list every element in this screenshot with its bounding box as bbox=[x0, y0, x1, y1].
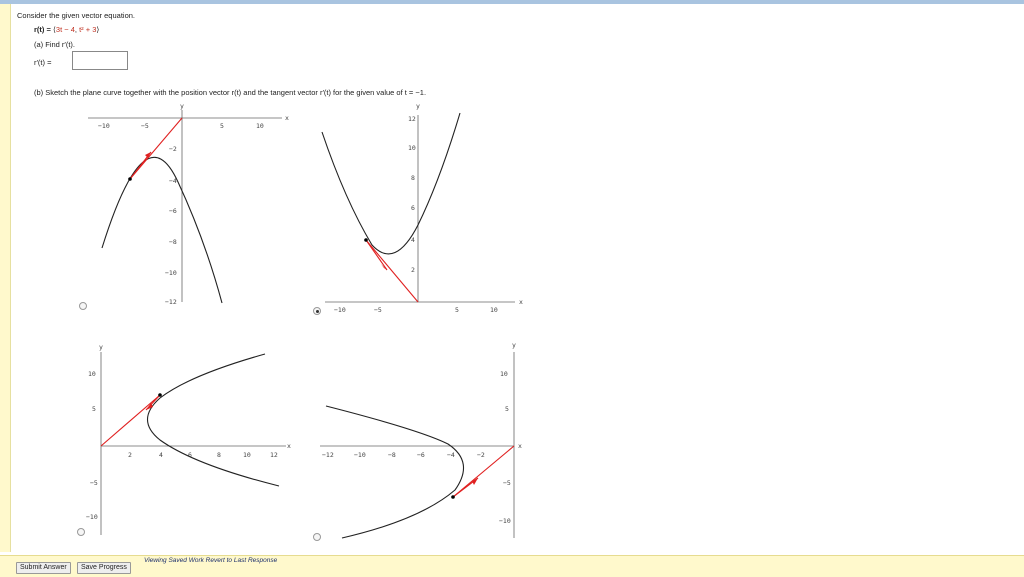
graph-d-point bbox=[451, 495, 455, 499]
saved-work-message: Viewing Saved Work Revert to Last Respon… bbox=[144, 557, 277, 564]
graph-b-ytick: 4 bbox=[411, 236, 415, 244]
graph-d-ytick: −10 bbox=[499, 517, 511, 525]
graph-d-xtick: −10 bbox=[354, 451, 366, 459]
graph-d-xtick: −12 bbox=[322, 451, 334, 459]
graph-a-ytick: −10 bbox=[165, 269, 177, 277]
part-b-label: (b) Sketch the plane curve together with… bbox=[34, 88, 427, 97]
graph-option-d: x y −12 −10 −8 −6 −4 −2 10 5 −5 −10 bbox=[320, 341, 522, 539]
graph-option-c: x y 2 4 6 8 10 12 10 5 −5 −10 bbox=[86, 343, 291, 535]
graph-d-xtick: −6 bbox=[417, 451, 425, 459]
graph-c-xtick: 2 bbox=[128, 451, 132, 459]
graph-a-xtick: 10 bbox=[256, 122, 264, 130]
graph-b-ytick: 2 bbox=[411, 266, 415, 274]
graph-a-point bbox=[128, 177, 132, 181]
graph-d-curve bbox=[325, 405, 464, 539]
graph-b-ytick: 8 bbox=[411, 174, 415, 182]
graph-b-tangent-vector bbox=[365, 239, 388, 271]
graph-a-xtick: −5 bbox=[141, 122, 149, 130]
graph-a-xtick: 5 bbox=[220, 122, 224, 130]
graph-b-ytick: 12 bbox=[408, 115, 416, 123]
graph-c-xtick: 4 bbox=[159, 451, 163, 459]
graph-d-ytick: −5 bbox=[503, 479, 511, 487]
graph-a-xlabel: x bbox=[285, 114, 289, 122]
graph-b-ytick: 6 bbox=[411, 204, 415, 212]
part-a-field-label: r′(t) = bbox=[34, 58, 52, 67]
question-intro: Consider the given vector equation. bbox=[17, 11, 135, 20]
graph-a-ytick: −8 bbox=[169, 238, 177, 246]
graph-d-xtick: −4 bbox=[447, 451, 455, 459]
graph-option-b: x y −10 −5 5 10 2 4 6 8 10 12 bbox=[321, 102, 523, 314]
graph-d-xlabel: x bbox=[518, 442, 522, 450]
graph-b-point bbox=[364, 238, 368, 242]
viewing-saved-work-label: Viewing Saved Work bbox=[144, 557, 204, 564]
equation-lhs: r(t) = bbox=[34, 25, 53, 34]
graph-c-ytick: 5 bbox=[92, 405, 96, 413]
graph-c-ytick: −10 bbox=[86, 513, 98, 521]
graph-c-ytick: −5 bbox=[90, 479, 98, 487]
part-a-label: (a) Find r′(t). bbox=[34, 40, 75, 49]
save-progress-button[interactable]: Save Progress bbox=[77, 562, 131, 574]
graph-a-ytick: −6 bbox=[169, 207, 177, 215]
graph-d-axes bbox=[320, 352, 515, 538]
graph-c-xtick: 8 bbox=[217, 451, 221, 459]
graph-c-xtick: 12 bbox=[270, 451, 278, 459]
graph-a-curve bbox=[101, 156, 223, 304]
radio-option-c[interactable] bbox=[77, 528, 85, 536]
graph-c-ytick: 10 bbox=[88, 370, 96, 378]
graph-c-ylabel: y bbox=[99, 343, 103, 351]
question-content: Consider the given vector equation. r(t)… bbox=[0, 0, 1024, 576]
graph-d-ytick: 10 bbox=[500, 370, 508, 378]
graph-c-xlabel: x bbox=[287, 442, 291, 450]
radio-option-b[interactable] bbox=[313, 307, 321, 315]
graph-b-xlabel: x bbox=[519, 298, 523, 306]
graph-c-point bbox=[158, 393, 162, 397]
graph-d-ylabel: y bbox=[512, 341, 516, 349]
graph-d-xtick: −8 bbox=[388, 451, 396, 459]
graph-c-curve bbox=[146, 353, 280, 487]
graph-a-ytick: −2 bbox=[169, 145, 177, 153]
graph-b-ytick: 10 bbox=[408, 144, 416, 152]
vector-equation: r(t) = ⟨3t − 4, t² + 3⟩ bbox=[34, 25, 100, 34]
graph-d-ytick: 5 bbox=[505, 405, 509, 413]
graph-option-a: x y −10 −5 5 10 −2 −4 −6 −8 −10 −12 bbox=[88, 102, 289, 306]
graph-b-ylabel: y bbox=[416, 102, 420, 110]
graph-b-xtick: −10 bbox=[334, 306, 346, 314]
graph-b-axes bbox=[325, 115, 515, 303]
graph-b-curve bbox=[321, 112, 461, 255]
graph-c-xtick: 10 bbox=[243, 451, 251, 459]
equation-x-component: 3t − 4 bbox=[55, 25, 75, 34]
graph-b-xtick: 5 bbox=[455, 306, 459, 314]
graph-a-ylabel: y bbox=[180, 102, 184, 110]
equation-y-component: t² + 3 bbox=[79, 25, 97, 34]
radio-option-a[interactable] bbox=[79, 302, 87, 310]
revert-link[interactable]: Revert to Last Response bbox=[206, 557, 278, 564]
graph-d-xtick: −2 bbox=[477, 451, 485, 459]
graph-b-xtick: 10 bbox=[490, 306, 498, 314]
graph-c-position-vector bbox=[100, 394, 161, 447]
derivative-answer-input[interactable] bbox=[72, 51, 128, 70]
radio-option-d[interactable] bbox=[313, 533, 321, 541]
submit-answer-button[interactable]: Submit Answer bbox=[16, 562, 71, 574]
graph-a-xtick: −10 bbox=[98, 122, 110, 130]
graph-a-ytick: −12 bbox=[165, 298, 177, 306]
graph-b-xtick: −5 bbox=[374, 306, 382, 314]
